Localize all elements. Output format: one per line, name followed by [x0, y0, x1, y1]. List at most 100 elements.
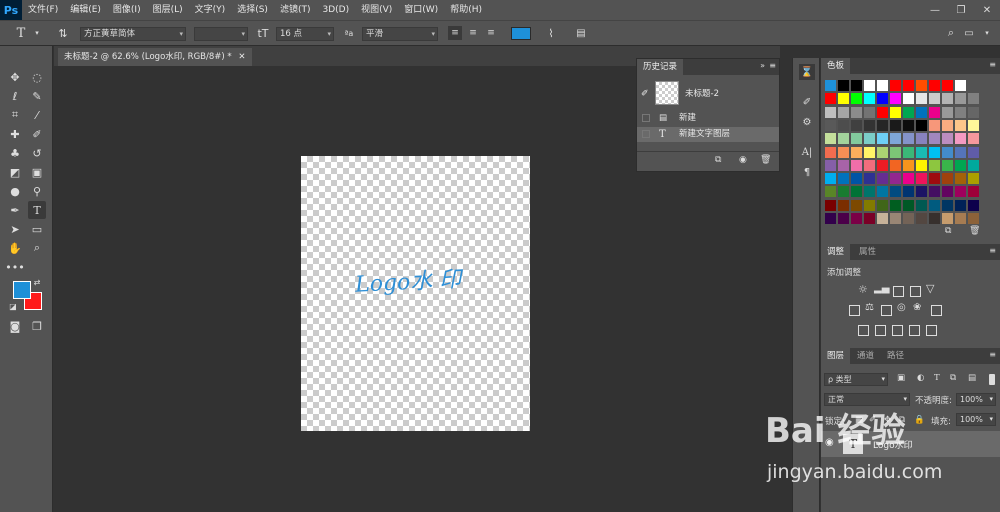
character-panel-icon[interactable]: ▤ — [574, 26, 588, 40]
font-size-select[interactable]: 16 点 ▾ — [276, 27, 334, 41]
blur-tool-icon[interactable]: ● — [6, 182, 24, 200]
color-swatch[interactable] — [877, 159, 888, 171]
filter-adjustment-icon[interactable]: ◐ — [917, 373, 924, 383]
panel-menu-icon[interactable]: ≡ — [769, 61, 776, 70]
color-swatch[interactable] — [929, 133, 940, 145]
character-icon[interactable]: A| — [799, 144, 815, 160]
collapse-icon[interactable]: » — [760, 61, 765, 70]
color-swatch[interactable] — [903, 186, 914, 198]
color-swatch[interactable] — [942, 80, 953, 91]
restore-button[interactable]: ❐ — [948, 0, 974, 20]
color-swatch[interactable] — [825, 146, 836, 158]
foreground-color-swatch[interactable] — [13, 281, 31, 299]
brush-tool-icon[interactable]: ✐ — [28, 125, 46, 143]
new-swatch-icon[interactable]: ⧉ — [945, 226, 951, 236]
color-swatch[interactable] — [825, 173, 836, 185]
search-icon[interactable]: ⌕ — [944, 26, 958, 40]
color-swatch[interactable] — [916, 119, 927, 131]
color-swatch[interactable] — [968, 106, 979, 118]
color-swatch[interactable] — [864, 133, 875, 145]
color-swatch[interactable] — [942, 119, 953, 131]
menu-window[interactable]: 窗口(W) — [398, 0, 444, 20]
lasso-tool-icon[interactable]: ℓ — [6, 87, 24, 105]
font-style-select[interactable]: ▾ — [194, 27, 248, 41]
camera-icon[interactable]: ◉ — [739, 155, 747, 165]
minimize-button[interactable]: — — [922, 0, 948, 20]
color-swatch[interactable] — [825, 93, 836, 105]
new-document-from-state-icon[interactable]: ⧉ — [715, 155, 721, 165]
color-swatch[interactable] — [838, 199, 849, 211]
color-swatch[interactable] — [929, 146, 940, 158]
color-lookup-icon[interactable] — [931, 305, 942, 316]
type-tool-icon[interactable]: T — [28, 201, 46, 219]
color-swatch[interactable] — [929, 186, 940, 198]
menu-filter[interactable]: 滤镜(T) — [274, 0, 317, 20]
tab-history[interactable]: 历史记录 — [637, 59, 684, 75]
color-swatch[interactable] — [851, 173, 862, 185]
color-swatch[interactable] — [877, 213, 888, 224]
color-swatch[interactable] — [851, 199, 862, 211]
history-brush-source-checkbox[interactable] — [642, 114, 650, 122]
color-swatch[interactable] — [903, 199, 914, 211]
color-swatch[interactable] — [838, 80, 849, 91]
color-swatch[interactable] — [838, 93, 849, 105]
marquee-tool-icon[interactable]: ◌ — [28, 68, 46, 86]
dodge-tool-icon[interactable]: ⚲ — [28, 182, 46, 200]
color-swatch[interactable] — [864, 119, 875, 131]
color-swatch[interactable] — [916, 159, 927, 171]
rectangle-tool-icon[interactable]: ▭ — [28, 220, 46, 238]
filter-type-icon[interactable]: T — [934, 373, 940, 383]
menu-layer[interactable]: 图层(L) — [147, 0, 189, 20]
exposure-icon[interactable] — [910, 286, 921, 297]
selective-color-icon[interactable] — [909, 325, 920, 336]
crop-tool-icon[interactable]: ⌗ — [6, 106, 24, 124]
eyedropper-tool-icon[interactable]: ⁄ — [28, 106, 46, 124]
filter-smart-object-icon[interactable]: ▤ — [968, 373, 976, 383]
color-swatch[interactable] — [916, 213, 927, 224]
color-swatch[interactable] — [838, 213, 849, 224]
color-swatch[interactable] — [838, 133, 849, 145]
menu-select[interactable]: 选择(S) — [231, 0, 274, 20]
color-swatch[interactable] — [916, 133, 927, 145]
tab-paths[interactable]: 路径 — [881, 348, 910, 364]
color-swatch[interactable] — [916, 199, 927, 211]
color-swatch[interactable] — [838, 119, 849, 131]
layer-filter-select[interactable]: ρ 类型 ▾ — [824, 373, 888, 386]
color-swatch[interactable] — [968, 93, 979, 105]
color-swatch[interactable] — [877, 106, 888, 118]
color-swatch[interactable] — [916, 93, 927, 105]
color-swatch[interactable] — [877, 80, 888, 91]
color-balance-icon[interactable]: ⚖ — [865, 302, 874, 313]
threshold-icon[interactable] — [892, 325, 903, 336]
color-swatch[interactable] — [877, 186, 888, 198]
history-snapshot[interactable]: ✐ 未标题-2 — [637, 79, 779, 109]
document-tab[interactable]: 未标题-2 @ 62.6% (Logo水印, RGB/8#) * ✕ — [58, 48, 252, 66]
color-swatch[interactable] — [916, 106, 927, 118]
brush-panel-icon[interactable]: ✐ — [799, 94, 815, 110]
color-swatch[interactable] — [877, 146, 888, 158]
eraser-tool-icon[interactable]: ◩ — [6, 163, 24, 181]
color-swatch[interactable] — [955, 213, 966, 224]
chevron-down-icon[interactable]: ▾ — [980, 26, 994, 40]
color-swatch[interactable] — [864, 146, 875, 158]
color-swatch[interactable] — [851, 133, 862, 145]
quick-mask-icon[interactable]: ◙ — [6, 317, 24, 335]
panel-menu-icon[interactable]: ≡ — [989, 246, 996, 255]
panel-menu-icon[interactable]: ≡ — [989, 350, 996, 359]
color-swatch[interactable] — [916, 146, 927, 158]
color-swatch[interactable] — [916, 186, 927, 198]
color-swatch[interactable] — [825, 106, 836, 118]
color-swatch[interactable] — [864, 106, 875, 118]
history-brush-source-icon[interactable]: ✐ — [641, 87, 649, 102]
move-tool-icon[interactable]: ✥ — [6, 68, 24, 86]
color-swatch[interactable] — [968, 173, 979, 185]
color-swatch[interactable] — [903, 159, 914, 171]
trash-icon[interactable]: 🗑 — [760, 155, 771, 165]
healing-brush-tool-icon[interactable]: ✚ — [6, 125, 24, 143]
color-swatch[interactable] — [955, 186, 966, 198]
color-swatch[interactable] — [890, 199, 901, 211]
posterize-icon[interactable] — [875, 325, 886, 336]
color-swatch[interactable] — [942, 199, 953, 211]
color-swatch[interactable] — [929, 213, 940, 224]
color-swatch[interactable] — [864, 93, 875, 105]
